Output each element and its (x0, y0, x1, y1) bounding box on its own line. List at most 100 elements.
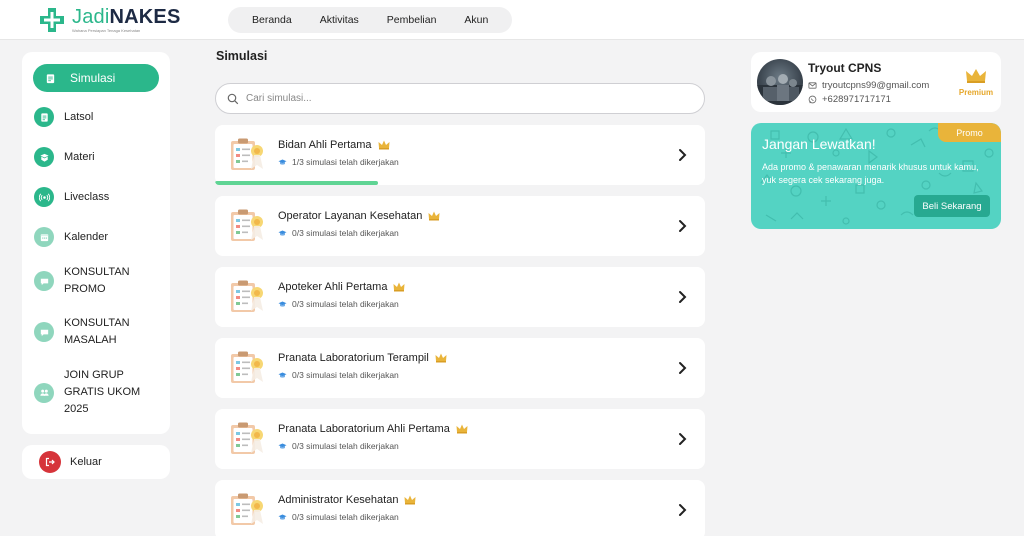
simulation-card[interactable]: Pranata Laboratorium Terampil 0/3 simulas… (215, 338, 705, 398)
clipboard-illustration-icon (231, 493, 263, 525)
search-icon (227, 93, 239, 104)
chevron-right-icon[interactable] (678, 219, 687, 233)
simulation-card[interactable]: Administrator Kesehatan 0/3 simulasi tela… (215, 480, 705, 536)
chat-icon (34, 322, 54, 342)
profile-phone-row: +628971717171 (808, 94, 891, 105)
medical-cross-logo-icon (40, 8, 64, 32)
simulation-progress-text: 0/3 simulasi telah dikerjakan (292, 370, 399, 380)
chevron-right-icon[interactable] (678, 290, 687, 304)
avatar (757, 59, 803, 105)
crown-icon (435, 353, 447, 363)
whatsapp-icon (808, 95, 817, 104)
chevron-right-icon[interactable] (678, 432, 687, 446)
sidebar: Simulasi Latsol Materi Liveclass Kalende… (22, 52, 170, 434)
promo-badge: Promo (938, 123, 1001, 142)
simulation-card[interactable]: Apoteker Ahli Pertama 0/3 simulasi telah … (215, 267, 705, 327)
sidebar-item-label: Materi (64, 150, 95, 163)
nav-akun[interactable]: Akun (450, 14, 502, 26)
brand-tagline: Wahana Persiapan Tenaga Kesehatan (72, 28, 141, 33)
search-input[interactable] (246, 93, 666, 104)
top-header: JadiNAKES Wahana Persiapan Tenaga Keseha… (0, 0, 1024, 40)
sidebar-item-kalender[interactable]: Kalender (34, 227, 158, 247)
progress-bar (215, 181, 705, 185)
email-icon (808, 82, 817, 89)
sidebar-item-liveclass[interactable]: Liveclass (34, 187, 158, 207)
clipboard-illustration-icon (231, 209, 263, 241)
brand-name-part1: Jadi (72, 6, 110, 28)
page-title: Simulasi (216, 49, 268, 63)
sidebar-item-konsultan-promo[interactable]: KONSULTAN PROMO (34, 264, 158, 298)
sidebar-item-join-grup[interactable]: JOIN GRUP GRATIS UKOM 2025 (34, 367, 158, 418)
sidebar-item-label: Liveclass (64, 190, 110, 203)
group-icon (34, 382, 54, 403)
clipboard-icon (40, 68, 60, 88)
crown-icon (378, 140, 390, 150)
premium-label: Premium (958, 88, 994, 97)
broadcast-icon (34, 187, 54, 207)
simulation-card[interactable]: Bidan Ahli Pertama 1/3 simulasi telah dik… (215, 125, 705, 185)
promo-text: Ada promo & penawaran menarik khusus unt… (762, 162, 979, 185)
chevron-right-icon[interactable] (678, 503, 687, 517)
calendar-icon (34, 227, 54, 247)
simulation-title: Pranata Laboratorium Ahli Pertama (278, 423, 450, 435)
profile-email-row: tryoutcpns99@gmail.com (808, 80, 929, 91)
clipboard-illustration-icon (231, 280, 263, 312)
sidebar-item-latsol[interactable]: Latsol (34, 107, 158, 127)
brand-name-part2: NAKES (109, 6, 181, 28)
simulation-card[interactable]: Pranata Laboratorium Ahli Pertama 0/3 sim… (215, 409, 705, 469)
simulation-title: Apoteker Ahli Pertama (278, 281, 388, 293)
premium-badge: Premium (957, 68, 995, 97)
logout-button[interactable]: Keluar (22, 445, 170, 479)
graduation-cap-icon (278, 230, 287, 236)
nav-beranda[interactable]: Beranda (238, 14, 306, 26)
graduation-cap-icon (278, 443, 287, 449)
simulation-progress-text: 0/3 simulasi telah dikerjakan (292, 299, 399, 309)
chevron-right-icon[interactable] (678, 361, 687, 375)
sidebar-item-label: Kalender (64, 230, 109, 243)
sidebar-item-label: KONSULTAN MASALAH (64, 317, 130, 346)
sidebar-item-materi[interactable]: Materi (34, 147, 158, 167)
main-nav: Beranda Aktivitas Pembelian Akun (228, 7, 513, 33)
sidebar-item-label: KONSULTAN PROMO (64, 266, 130, 295)
crown-icon (393, 282, 405, 292)
profile-email: tryoutcpns99@gmail.com (822, 80, 930, 91)
profile-phone: +628971717171 (822, 94, 891, 105)
simulation-title: Bidan Ahli Pertama (278, 139, 372, 151)
progress-bar-fill (215, 181, 379, 185)
simulation-progress-text: 0/3 simulasi telah dikerjakan (292, 512, 399, 522)
nav-pembelian[interactable]: Pembelian (373, 14, 451, 26)
clipboard-illustration-icon (231, 351, 263, 383)
nav-aktivitas[interactable]: Aktivitas (306, 14, 373, 26)
chevron-right-icon[interactable] (678, 148, 687, 162)
chat-icon (34, 271, 54, 291)
clipboard-illustration-icon (231, 422, 263, 454)
logout-label: Keluar (70, 456, 102, 468)
simulation-progress-text: 1/3 simulasi telah dikerjakan (292, 157, 399, 167)
simulation-title: Administrator Kesehatan (278, 494, 399, 506)
simulation-title: Operator Layanan Kesehatan (278, 210, 423, 222)
crown-icon (966, 69, 986, 83)
sidebar-item-simulasi[interactable]: Simulasi (33, 64, 159, 92)
brand-logo[interactable]: JadiNAKES Wahana Persiapan Tenaga Keseha… (38, 6, 181, 34)
profile-card[interactable]: Tryout CPNS tryoutcpns99@gmail.com +6289… (751, 52, 1001, 112)
graduation-cap-icon (278, 514, 287, 520)
sidebar-item-label: Latsol (64, 110, 94, 123)
promo-banner[interactable]: Promo Jangan Lewatkan! Ada promo & penaw… (751, 123, 1001, 229)
graduation-cap-icon (278, 372, 287, 378)
clipboard-illustration-icon (231, 138, 263, 170)
simulation-progress-text: 0/3 simulasi telah dikerjakan (292, 441, 399, 451)
buy-now-button[interactable]: Beli Sekarang (914, 195, 990, 217)
crown-icon (404, 495, 416, 505)
simulation-progress-text: 0/3 simulasi telah dikerjakan (292, 228, 399, 238)
sidebar-item-label: Simulasi (70, 70, 116, 85)
crown-icon (456, 424, 468, 434)
graduation-cap-icon (278, 159, 287, 165)
logout-icon (39, 451, 61, 473)
search-bar (215, 83, 705, 114)
simulation-card[interactable]: Operator Layanan Kesehatan 0/3 simulasi t… (215, 196, 705, 256)
book-icon (34, 147, 54, 167)
crown-icon (428, 211, 440, 221)
profile-name: Tryout CPNS (808, 61, 882, 75)
sidebar-item-konsultan-masalah[interactable]: KONSULTAN MASALAH (34, 315, 158, 349)
document-icon (34, 107, 54, 127)
